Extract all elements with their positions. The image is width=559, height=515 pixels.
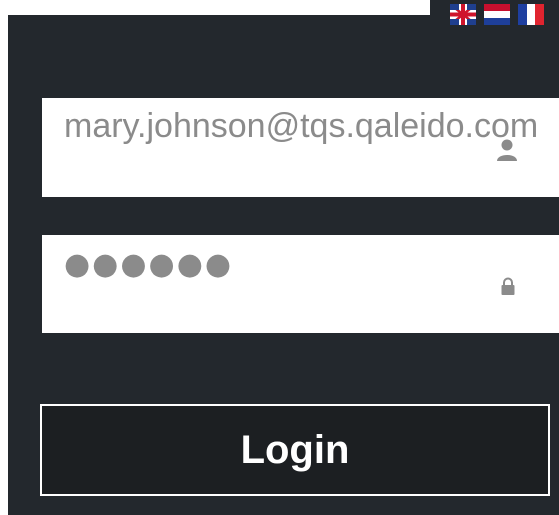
page-left-strip [0, 15, 8, 515]
login-button[interactable]: Login [40, 404, 550, 496]
lock-icon [501, 277, 515, 295]
nl-flag-icon[interactable] [484, 4, 510, 25]
language-switcher [450, 4, 544, 25]
page-top-strip [0, 0, 430, 15]
password-field[interactable]: ●●●●●● [42, 235, 559, 333]
uk-flag-icon[interactable] [450, 4, 476, 25]
email-field[interactable]: mary.johnson@tqs.qaleido.com [42, 98, 559, 197]
user-icon [497, 139, 517, 161]
fr-flag-icon[interactable] [518, 4, 544, 25]
password-value[interactable]: ●●●●●● [64, 247, 233, 282]
email-value[interactable]: mary.johnson@tqs.qaleido.com [64, 107, 538, 146]
